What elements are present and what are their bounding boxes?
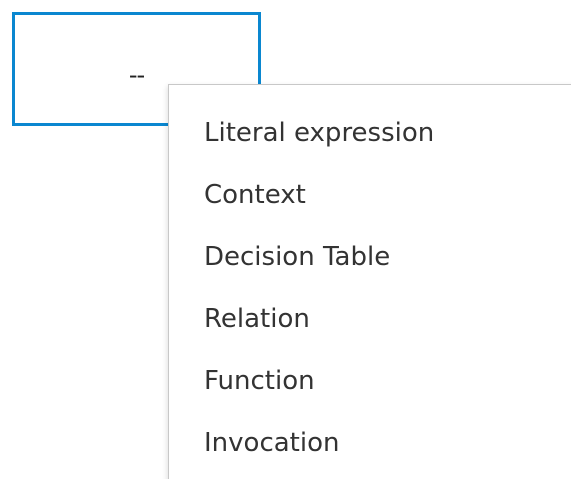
menu-item-decision-table[interactable]: Decision Table <box>169 226 571 288</box>
menu-list: Literal expression Context Decision Tabl… <box>169 102 571 474</box>
expression-editor: -- Literal expression Context Decision T… <box>0 0 571 479</box>
menu-item-context[interactable]: Context <box>169 164 571 226</box>
menu-item-invocation[interactable]: Invocation <box>169 412 571 474</box>
expression-type-menu: Literal expression Context Decision Tabl… <box>168 84 571 479</box>
menu-item-literal-expression[interactable]: Literal expression <box>169 102 571 164</box>
menu-item-relation[interactable]: Relation <box>169 288 571 350</box>
menu-item-function[interactable]: Function <box>169 350 571 412</box>
